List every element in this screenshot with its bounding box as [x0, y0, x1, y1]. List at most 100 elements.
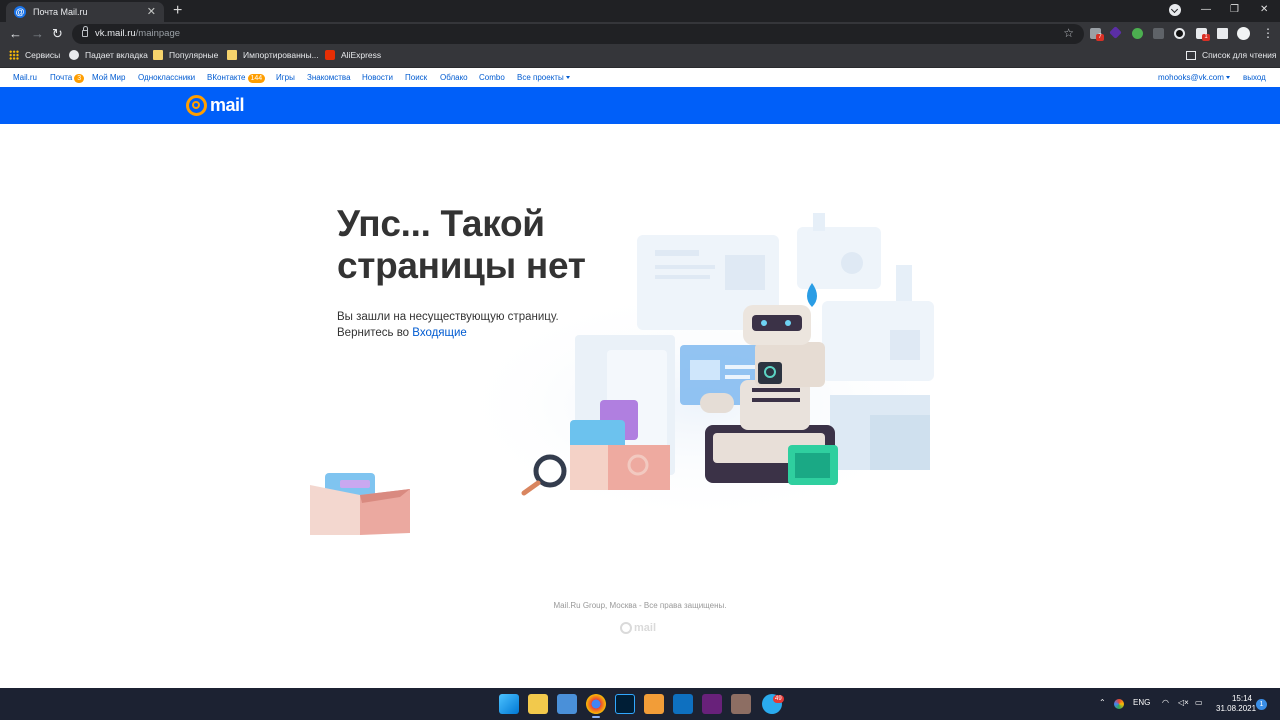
apps-grid-icon: [9, 50, 19, 60]
footer-copyright: Mail.Ru Group, Москва - Все права защище…: [553, 601, 727, 610]
reading-list-button[interactable]: Список для чтения: [1186, 50, 1277, 60]
tray-overflow-icon[interactable]: ⌃: [1099, 698, 1106, 707]
store-icon[interactable]: [557, 694, 577, 714]
tab-search-icon[interactable]: [1169, 4, 1181, 16]
at-sign-icon: [620, 622, 632, 634]
windows-taskbar: 49 ⌃ ENG ◠ ◁× ▭ 15:14 31.08.2021 1: [0, 688, 1280, 720]
reading-list-label: Список для чтения: [1202, 50, 1277, 60]
extension-badge: 7: [1096, 34, 1104, 41]
portal-item-mail[interactable]: Почта 3: [50, 73, 85, 83]
telegram-badge: 49: [773, 695, 784, 703]
portal-item-games[interactable]: Игры: [276, 73, 295, 82]
reading-list-icon: [1186, 50, 1196, 60]
portal-item-label: ВКонтакте: [207, 73, 246, 82]
portal-menu: Mail.ru Почта 3 Мой Мир Одноклассники ВКо…: [0, 68, 1280, 87]
start-button[interactable]: [499, 694, 519, 714]
battery-icon[interactable]: ▭: [1195, 698, 1203, 707]
bookmark-label: AliExpress: [341, 50, 382, 60]
bookmark-popular[interactable]: Популярные: [153, 50, 218, 60]
browser-tab[interactable]: @ Почта Mail.ru ✕: [6, 2, 164, 22]
portal-item-ok[interactable]: Одноклассники: [138, 73, 195, 82]
app-icon[interactable]: [731, 694, 751, 714]
chrome-icon[interactable]: [586, 694, 606, 714]
tab-title: Почта Mail.ru: [33, 7, 88, 17]
extension-badge: 1: [1202, 34, 1210, 41]
clock-time: 15:14: [1231, 694, 1252, 703]
wifi-icon[interactable]: ◠: [1162, 698, 1169, 707]
reload-button[interactable]: ↻: [52, 25, 63, 43]
portal-item-myworld[interactable]: Мой Мир: [92, 73, 125, 82]
bookmark-label: Импортированны...: [243, 50, 319, 60]
logo-text: mail: [210, 95, 245, 115]
bookmark-label: Популярные: [169, 50, 219, 60]
minimize-button[interactable]: —: [1201, 3, 1211, 17]
back-button[interactable]: ←: [9, 25, 22, 43]
system-clock[interactable]: 15:14 31.08.2021: [1216, 694, 1257, 714]
profile-avatar[interactable]: [1237, 27, 1250, 40]
url-text: vk.mail.ru/mainpage: [95, 28, 180, 39]
bookmark-services[interactable]: Сервисы: [9, 50, 60, 60]
browser-menu-icon[interactable]: ⋮: [1262, 26, 1274, 40]
forward-button[interactable]: →: [31, 25, 44, 43]
bookmark-label: Сервисы: [25, 50, 61, 60]
logout-link[interactable]: выход: [1243, 73, 1266, 82]
portal-item-search[interactable]: Поиск: [405, 73, 427, 82]
url-host: vk.mail.ru: [95, 28, 136, 39]
lock-icon[interactable]: [82, 26, 88, 37]
vscode-icon[interactable]: [673, 694, 693, 714]
portal-item-dating[interactable]: Знакомства: [307, 73, 351, 82]
bookmarks-bar: Сервисы Падает вкладка Популярные Импорт…: [0, 46, 1280, 68]
restore-button[interactable]: ❐: [1230, 3, 1239, 17]
extension-icon[interactable]: [1132, 28, 1143, 39]
site-header: mail: [0, 87, 1280, 124]
chevron-down-icon: [1225, 76, 1230, 80]
mailru-favicon-icon: @: [14, 6, 26, 18]
bookmark-label: Падает вкладка: [85, 50, 148, 60]
visual-studio-icon[interactable]: [702, 694, 722, 714]
bookmark-aliexpress[interactable]: AliExpress: [325, 50, 381, 60]
portal-item-label: Все проекты: [517, 73, 564, 82]
footer-logo-text: mail: [634, 622, 657, 634]
extension-icon[interactable]: [1174, 28, 1185, 39]
user-email: mohooks@vk.com: [1158, 73, 1224, 82]
volume-icon[interactable]: ◁×: [1178, 698, 1189, 707]
globe-icon: [69, 50, 79, 60]
portal-item-mailru[interactable]: Mail.ru: [13, 73, 37, 82]
extensions-puzzle-icon[interactable]: [1217, 28, 1228, 39]
tab-strip: @ Почта Mail.ru ✕ + — ❐ ✕: [0, 0, 1280, 22]
folder-icon: [153, 50, 163, 60]
address-bar[interactable]: vk.mail.ru/mainpage ☆: [72, 24, 1084, 44]
photoshop-icon[interactable]: [615, 694, 635, 714]
chrome-tray-icon[interactable]: [1114, 699, 1124, 709]
url-path: /mainpage: [135, 28, 181, 39]
mailru-logo[interactable]: mail: [186, 95, 245, 116]
new-tab-button[interactable]: +: [173, 3, 182, 19]
portal-item-vk[interactable]: ВКонтакте 144: [207, 73, 266, 83]
tab-close-icon[interactable]: ✕: [147, 6, 156, 18]
bookmark-star-icon[interactable]: ☆: [1063, 26, 1074, 40]
user-email-menu[interactable]: mohooks@vk.com: [1158, 73, 1230, 82]
aliexpress-icon: [325, 50, 335, 60]
at-sign-icon: [186, 95, 207, 116]
notification-badge[interactable]: 1: [1256, 699, 1267, 710]
portal-item-news[interactable]: Новости: [362, 73, 393, 82]
close-window-button[interactable]: ✕: [1260, 3, 1268, 17]
portal-item-label: Почта: [50, 73, 73, 82]
sublime-text-icon[interactable]: [644, 694, 664, 714]
extension-icon[interactable]: [1153, 28, 1164, 39]
mail-count-badge: 3: [74, 74, 85, 83]
portal-item-cloud[interactable]: Облако: [440, 73, 468, 82]
footer-logo: mail: [620, 622, 656, 634]
chevron-down-icon: [565, 76, 570, 80]
active-app-indicator: [592, 716, 600, 718]
extension-icon[interactable]: [1109, 26, 1122, 39]
bookmark-imported[interactable]: Импортированны...: [227, 50, 319, 60]
bookmark-crash-tab[interactable]: Падает вкладка: [69, 50, 148, 60]
portal-item-combo[interactable]: Combo: [479, 73, 505, 82]
browser-toolbar: ← → ↻ vk.mail.ru/mainpage ☆ 7 1 ⋮: [0, 22, 1280, 46]
file-explorer-icon[interactable]: [528, 694, 548, 714]
robot-illustration: [310, 213, 950, 535]
portal-item-all-projects[interactable]: Все проекты: [517, 73, 570, 82]
clock-date: 31.08.2021: [1216, 704, 1257, 713]
language-indicator[interactable]: ENG: [1133, 698, 1150, 707]
